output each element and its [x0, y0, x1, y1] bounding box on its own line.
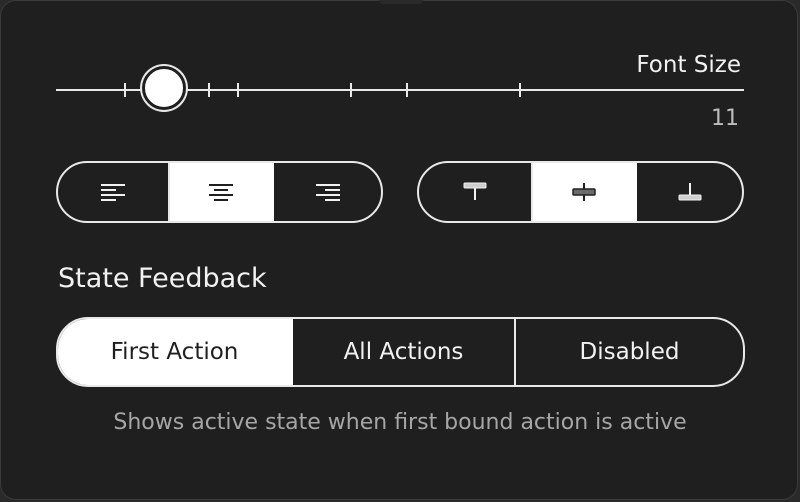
state-feedback-title: State Feedback — [58, 263, 267, 294]
align-top-icon — [462, 181, 488, 203]
align-right-icon — [315, 182, 341, 202]
slider-tick — [208, 83, 210, 97]
align-bottom-button[interactable] — [635, 163, 742, 221]
slider-tick — [350, 83, 352, 97]
align-right-button[interactable] — [272, 163, 381, 221]
align-left-button[interactable] — [58, 163, 168, 221]
align-middle-button[interactable] — [531, 163, 635, 221]
align-left-icon — [100, 182, 126, 202]
font-size-label: Font Size — [636, 52, 741, 78]
popover-notch — [379, 0, 423, 4]
align-center-button[interactable] — [168, 163, 272, 221]
font-size-value: 11 — [711, 106, 739, 131]
slider-tick — [124, 83, 126, 97]
slider-tick — [406, 83, 408, 97]
text-align-group — [56, 161, 383, 223]
font-size-slider-thumb[interactable] — [142, 66, 186, 110]
text-settings-panel: Font Size 11 State Feedback First Action… — [0, 0, 798, 500]
align-bottom-icon — [677, 181, 703, 203]
slider-tick — [519, 83, 521, 97]
align-middle-icon — [571, 181, 597, 203]
align-top-button[interactable] — [419, 163, 531, 221]
all-actions-option[interactable]: All Actions — [291, 319, 514, 385]
state-feedback-description: Shows active state when first bound acti… — [113, 410, 687, 435]
disabled-option[interactable]: Disabled — [514, 319, 743, 385]
align-center-icon — [208, 182, 234, 202]
slider-tick — [237, 83, 239, 97]
state-feedback-group: First Action All Actions Disabled — [56, 317, 745, 387]
vertical-align-group — [417, 161, 744, 223]
first-action-option[interactable]: First Action — [58, 319, 291, 385]
